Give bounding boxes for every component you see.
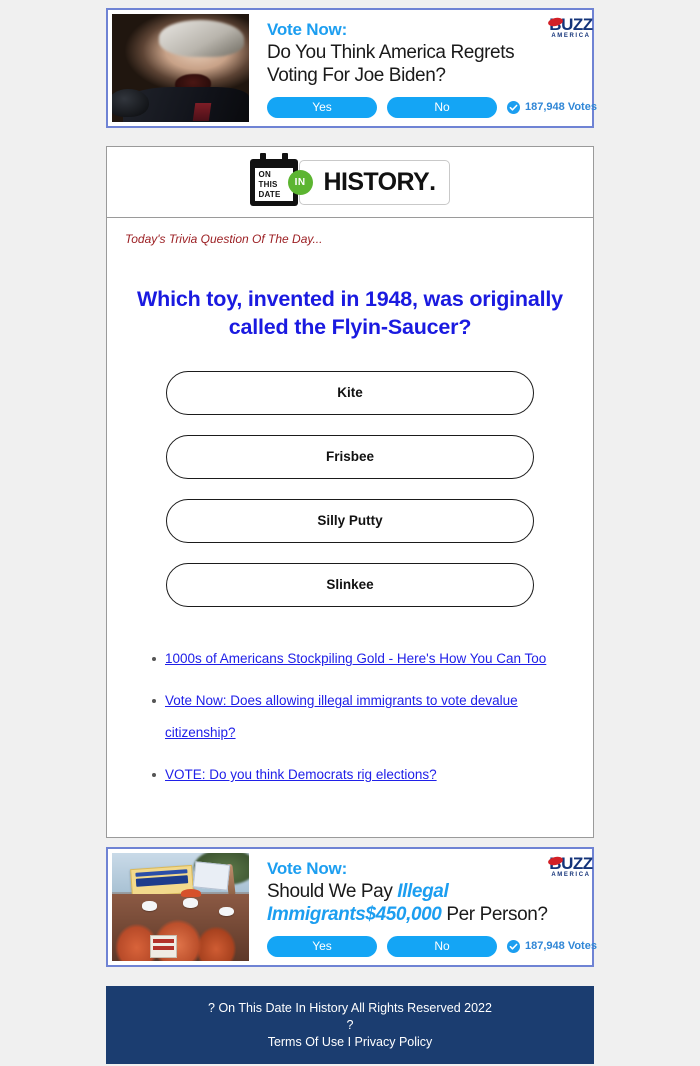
bottom-ad-actions: Yes No 187,948 Votes bbox=[267, 935, 597, 957]
bottom-ad-headline-part1: Should We Pay bbox=[267, 881, 398, 903]
biden-photo-graphic bbox=[112, 14, 249, 122]
top-ad-headline-line1: Do You Think America Regrets bbox=[267, 42, 515, 64]
brand-header: ON THIS DATE IN HISTORY . bbox=[107, 147, 593, 218]
footer-copyright: ? On This Date In History All Rights Res… bbox=[208, 1001, 492, 1015]
sign-text-line-2 bbox=[135, 875, 189, 887]
sponsored-link-2[interactable]: Vote Now: Does allowing illegal immigran… bbox=[165, 693, 518, 740]
bottom-ad-headline-part2: Per Person? bbox=[441, 904, 548, 926]
bottom-ad-yes-button[interactable]: Yes bbox=[267, 935, 377, 957]
top-ad-headline: Do You Think America Regrets Voting For … bbox=[267, 41, 597, 87]
calendar-line-2: THIS bbox=[258, 179, 278, 189]
bottom-ad-image bbox=[112, 853, 249, 961]
on-this-date-in-history-logo: ON THIS DATE IN HISTORY . bbox=[249, 152, 451, 206]
trivia-answer-list: Kite Frisbee Silly Putty Slinkee bbox=[166, 371, 534, 608]
list-item: 1000s of Americans Stockpiling Gold - He… bbox=[152, 643, 577, 675]
card-content: Today's Trivia Question Of The Day... Wh… bbox=[107, 218, 593, 791]
in-badge-icon: IN bbox=[287, 169, 313, 195]
verified-check-icon bbox=[507, 100, 520, 114]
answer-option-2[interactable]: Frisbee bbox=[166, 435, 534, 480]
bottom-advertisement-banner[interactable]: BUZZ AMERICA Vote Now: Should We Pay Ill… bbox=[106, 847, 597, 967]
top-ad-vote-count: 187,948 Votes bbox=[507, 100, 597, 114]
history-wordmark-box: HISTORY . bbox=[298, 159, 451, 205]
photo-detail-hair bbox=[158, 20, 244, 58]
top-advertisement-banner[interactable]: BUZZ AMERICA Vote Now: Do You Think Amer… bbox=[106, 8, 597, 128]
newsletter-card: ON THIS DATE IN HISTORY . Today's Trivia… bbox=[106, 146, 594, 838]
bottom-ad-body: BUZZ AMERICA Vote Now: Should We Pay Ill… bbox=[249, 853, 607, 961]
buzz-america-logo: BUZZ AMERICA bbox=[543, 855, 599, 878]
photo-detail-face-mask-1 bbox=[142, 901, 158, 912]
photo-detail-microphone bbox=[112, 89, 149, 118]
photo-detail-tie bbox=[192, 103, 212, 122]
answer-option-4[interactable]: Slinkee bbox=[166, 563, 534, 608]
top-ad-no-button[interactable]: No bbox=[387, 96, 497, 118]
history-wordmark: HISTORY bbox=[323, 167, 430, 196]
terms-of-use-link[interactable]: Terms Of Use bbox=[268, 1035, 344, 1049]
trivia-question: Which toy, invented in 1948, was origina… bbox=[137, 287, 563, 339]
footer-link-separator: I bbox=[344, 1035, 355, 1049]
photo-detail-second-sign bbox=[192, 860, 231, 891]
protest-photo-graphic bbox=[112, 853, 249, 961]
page-footer: ? On This Date In History All Rights Res… bbox=[106, 986, 594, 1064]
footer-legal-links: Terms Of Use I Privacy Policy bbox=[106, 1034, 594, 1051]
placard-line-1 bbox=[153, 938, 175, 943]
list-item: Vote Now: Does allowing illegal immigran… bbox=[152, 685, 577, 749]
buzz-logo-wordmark: BUZZ bbox=[547, 16, 593, 33]
bottom-ad-inner: BUZZ AMERICA Vote Now: Should We Pay Ill… bbox=[112, 853, 597, 961]
top-ad-yes-button[interactable]: Yes bbox=[267, 96, 377, 118]
top-ad-image bbox=[112, 14, 249, 122]
footer-separator-char: ? bbox=[346, 1018, 354, 1032]
calendar-line-3: DATE bbox=[258, 189, 281, 199]
bottom-ad-headline: Should We Pay Illegal Immigrants$450,000… bbox=[267, 880, 597, 926]
buzz-america-logo: BUZZ AMERICA bbox=[543, 16, 599, 39]
privacy-policy-link[interactable]: Privacy Policy bbox=[355, 1035, 433, 1049]
photo-detail-crowd bbox=[112, 893, 249, 961]
calendar-line-1: ON bbox=[258, 169, 271, 179]
history-wordmark-dot: . bbox=[429, 167, 436, 196]
photo-detail-red-cap bbox=[180, 888, 202, 898]
photo-detail-placard bbox=[150, 934, 178, 959]
top-ad-actions: Yes No 187,948 Votes bbox=[267, 96, 597, 118]
top-ad-headline-line2: Voting For Joe Biden? bbox=[267, 65, 446, 87]
verified-check-icon bbox=[507, 939, 520, 953]
buzz-logo-wordmark: BUZZ bbox=[547, 855, 593, 872]
sponsored-link-list: 1000s of Americans Stockpiling Gold - He… bbox=[123, 643, 577, 791]
bottom-ad-headline-highlight2: $450,000 bbox=[365, 904, 442, 926]
sponsored-link-3[interactable]: VOTE: Do you think Democrats rig electio… bbox=[165, 767, 437, 782]
calendar-face: ON THIS DATE bbox=[254, 168, 293, 201]
bottom-ad-vote-count-label: 187,948 Votes bbox=[525, 940, 597, 953]
top-ad-body: BUZZ AMERICA Vote Now: Do You Think Amer… bbox=[249, 14, 607, 122]
top-ad-inner: BUZZ AMERICA Vote Now: Do You Think Amer… bbox=[112, 14, 597, 122]
email-page: BUZZ AMERICA Vote Now: Do You Think Amer… bbox=[0, 0, 700, 1066]
photo-detail-face-mask-2 bbox=[183, 898, 199, 908]
list-item: VOTE: Do you think Democrats rig electio… bbox=[152, 759, 577, 791]
trivia-kicker: Today's Trivia Question Of The Day... bbox=[125, 232, 323, 246]
answer-option-1[interactable]: Kite bbox=[166, 371, 534, 416]
placard-line-2 bbox=[153, 945, 175, 950]
top-ad-vote-count-label: 187,948 Votes bbox=[525, 101, 597, 114]
bottom-ad-no-button[interactable]: No bbox=[387, 935, 497, 957]
bottom-ad-vote-count: 187,948 Votes bbox=[507, 939, 597, 953]
answer-option-3[interactable]: Silly Putty bbox=[166, 499, 534, 544]
sponsored-link-1[interactable]: 1000s of Americans Stockpiling Gold - He… bbox=[165, 651, 546, 666]
